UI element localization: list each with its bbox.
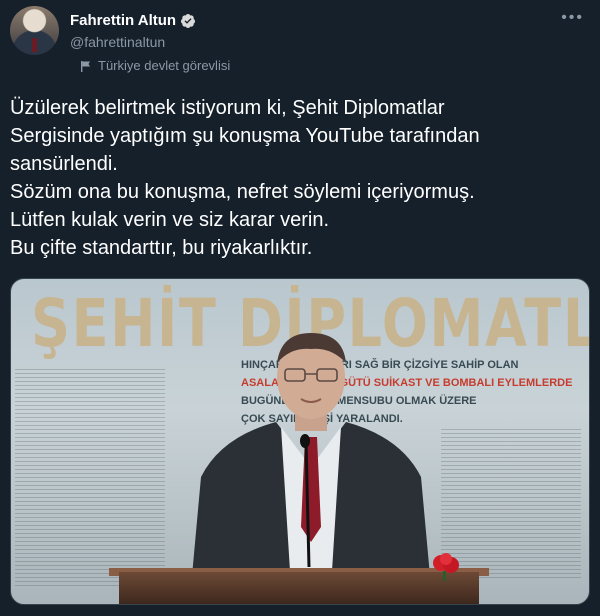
tweet-line: Bu çifte standarttır, bu riyakarlıktır.	[10, 237, 313, 259]
tweet-video[interactable]: ŞEHİT DİPLOMATLAR HINÇAR YAKIN AŞIRI SAĞ…	[10, 278, 590, 605]
flag-icon	[81, 60, 90, 72]
account-label-text: Türkiye devlet görevlisi	[98, 58, 231, 73]
verified-badge-icon	[181, 13, 196, 28]
tweet-line: Sözüm ona bu konuşma, nefret söylemi içe…	[10, 181, 475, 203]
author-handle[interactable]: @fahrettinaltun	[70, 34, 165, 50]
more-horizontal-icon[interactable]: •••	[561, 9, 584, 27]
tweet-line: Lütfen kulak verin ve siz karar verin.	[10, 209, 330, 231]
tweet-line: sansürlendi.	[10, 153, 118, 175]
red-carnation-icon	[433, 553, 459, 581]
tweet-line: Üzülerek belirtmek istiyorum ki, Şehit D…	[10, 97, 445, 119]
author-name-row: Fahrettin Altun	[70, 12, 196, 29]
author-name[interactable]: Fahrettin Altun	[70, 12, 176, 29]
tweet-text: Üzülerek belirtmek istiyorum ki, Şehit D…	[10, 94, 585, 262]
exhibit-text-block	[15, 369, 165, 589]
speaker-figure	[191, 333, 431, 587]
avatar[interactable]	[10, 6, 59, 55]
tweet-header: Fahrettin Altun @fahrettinaltun ••• Türk…	[10, 6, 590, 73]
account-label: Türkiye devlet görevlisi	[80, 58, 230, 73]
podium	[119, 572, 479, 604]
tweet-line: Sergisinde yaptığım şu konuşma YouTube t…	[10, 125, 480, 147]
